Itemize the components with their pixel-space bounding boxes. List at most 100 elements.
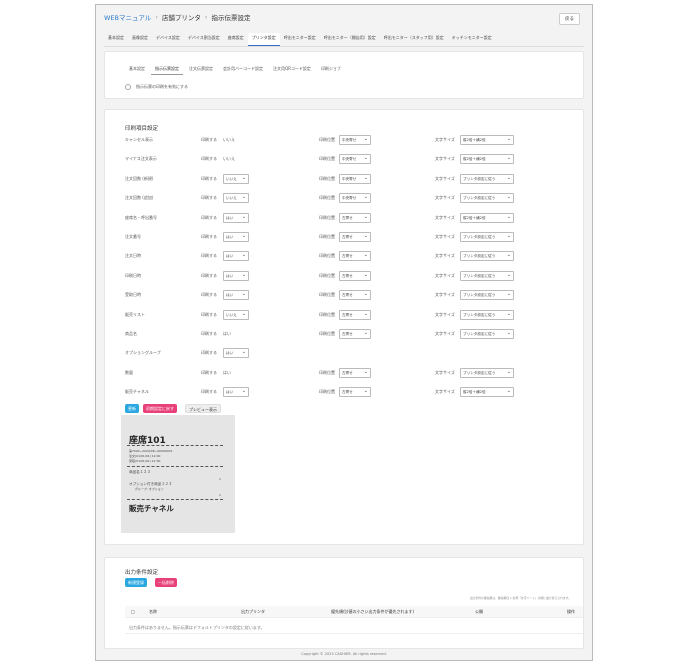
size-select[interactable]: プリンタ設定に従う — [460, 367, 514, 378]
print-select[interactable]: はい — [223, 270, 249, 281]
position-select[interactable]: 中央寄せ — [339, 135, 371, 145]
subtab-0[interactable]: 基本設定 — [125, 64, 149, 75]
tab-5[interactable]: プリンタ設定 — [247, 33, 280, 46]
print-value: はい — [223, 331, 231, 336]
print-item-row: 印刷日時 印刷するはい 印刷位置左寄せ 文字サイズプリンタ設定に従う — [125, 270, 525, 282]
output-table-header: □ 名称 出力プリンタ 優先順位(値の小さい出力条件が優先されます) 公開 操作 — [125, 606, 583, 618]
print-label: 印刷する — [201, 137, 217, 142]
print-label: 印刷する — [201, 253, 217, 259]
subtab-4[interactable]: 注文用QRコード設定 — [269, 64, 315, 75]
position-select[interactable]: 左寄せ — [339, 367, 371, 378]
size-select[interactable]: プリンタ設定に従う — [460, 193, 514, 204]
preview-pickup-time: 受取(01/01/01) 12:30 — [129, 459, 161, 463]
print-label: 印刷する — [201, 195, 217, 201]
new-register-button[interactable]: 新規登録 — [125, 578, 147, 587]
preview-divider — [127, 445, 223, 446]
size-select[interactable]: 縦2倍＋横2倍 — [460, 154, 514, 165]
size-select[interactable]: 縦2倍＋横2倍 — [460, 135, 514, 145]
preview-button[interactable]: プレビュー表示 — [185, 404, 221, 413]
position-select[interactable]: 左寄せ — [339, 290, 371, 301]
print-select[interactable]: はい — [223, 290, 249, 301]
size-select[interactable]: プリンタ設定に従う — [460, 232, 514, 242]
subtabs: 基本設定 指示伝票設定 注文伝票設定 会計用バーコード設定 注文用QRコード設定 印刷ジョ… — [125, 64, 345, 75]
breadcrumb-printer[interactable]: 店舗プリンタ — [162, 12, 201, 22]
subtab-5[interactable]: 印刷ジョブ — [317, 64, 345, 75]
position-label: 印刷位置 — [319, 137, 335, 142]
print-select[interactable]: はい — [223, 251, 249, 262]
tab-4[interactable]: 座席設定 — [224, 33, 248, 46]
tab-9[interactable]: キッチンモニター設定 — [448, 33, 496, 46]
main-tabs: 基本設定 画像設定 デバイス設定 デバイス割当設定 座席設定 プリンタ設定 呼出モニター設定… — [104, 33, 584, 47]
size-select[interactable]: プリンタ設定に従う — [460, 309, 514, 320]
select-all-checkbox[interactable]: □ — [131, 606, 135, 618]
size-select[interactable]: プリンタ設定に従う — [460, 251, 514, 262]
position-select[interactable]: 左寄せ — [339, 387, 371, 398]
print-item-row: 数量 印刷するはい 印刷位置左寄せ 文字サイズプリンタ設定に従う — [125, 367, 525, 379]
row-label: 印刷日時 — [125, 272, 141, 278]
print-select[interactable]: いいえ — [223, 173, 249, 184]
bulk-delete-button[interactable]: 一括削除 — [155, 578, 177, 587]
position-select[interactable]: 中央寄せ — [339, 154, 371, 165]
back-button[interactable]: 戻る — [559, 13, 580, 25]
section-title: 印刷項目設定 — [125, 126, 159, 132]
preview-qty: 1 — [219, 477, 221, 481]
position-select[interactable]: 左寄せ — [339, 329, 371, 339]
update-button[interactable]: 更新 — [125, 404, 139, 413]
size-label: 文字サイズ — [435, 137, 455, 142]
position-label: 印刷位置 — [319, 272, 335, 278]
enable-toggle-switch[interactable] — [125, 84, 131, 90]
position-select[interactable]: 左寄せ — [339, 232, 371, 242]
tab-1[interactable]: 画像設定 — [128, 33, 152, 46]
breadcrumb-separator: › — [155, 13, 158, 21]
position-label: 印刷位置 — [319, 214, 335, 220]
tab-2[interactable]: デバイス設定 — [152, 33, 184, 46]
position-label: 印刷位置 — [319, 311, 335, 317]
position-select[interactable]: 中央寄せ — [339, 173, 371, 184]
tab-3[interactable]: デバイス割当設定 — [184, 33, 224, 46]
output-empty-message: 出力条件はありません。指示伝票はデフォルトプリンタの設定に従います。 — [125, 622, 583, 634]
print-select[interactable]: はい — [223, 232, 249, 242]
subtab-1[interactable]: 指示伝票設定 — [151, 64, 183, 75]
print-item-row: 販売チャネル 印刷するはい 印刷位置左寄せ 文字サイズ縦2倍＋横2倍 — [125, 386, 525, 398]
row-label: 商品名 — [125, 331, 137, 336]
size-select[interactable]: 縦2倍＋横2倍 — [460, 387, 514, 398]
print-select[interactable]: いいえ — [223, 309, 249, 320]
output-title: 出力条件設定 — [125, 570, 159, 576]
row-label: 販売チャネル — [125, 389, 149, 395]
enable-toggle[interactable]: 指示伝票の印刷を有効にする — [125, 84, 188, 90]
print-select[interactable]: はい — [223, 348, 249, 359]
print-select[interactable]: はい — [223, 212, 249, 223]
tab-6[interactable]: 呼出モニター設定 — [280, 33, 320, 46]
tab-8[interactable]: 呼出モニター（スタッフ用）設定 — [380, 33, 448, 46]
size-select[interactable]: プリンタ設定に従う — [460, 290, 514, 301]
preview-qty: 1 — [219, 493, 221, 497]
preview-order-time: 注文(01/01/01) 12:00 — [129, 454, 161, 458]
size-label: 文字サイズ — [435, 214, 455, 220]
position-label: 印刷位置 — [319, 175, 335, 181]
subtab-2[interactable]: 注文伝票設定 — [185, 64, 217, 75]
position-select[interactable]: 左寄せ — [339, 270, 371, 281]
subtab-3[interactable]: 会計用バーコード設定 — [219, 64, 267, 75]
size-label: 文字サイズ — [435, 156, 455, 162]
position-select[interactable]: 中央寄せ — [339, 193, 371, 204]
position-select[interactable]: 左寄せ — [339, 251, 371, 262]
tab-0[interactable]: 基本設定 — [104, 33, 128, 46]
size-select[interactable]: プリンタ設定に従う — [460, 329, 514, 339]
print-select[interactable]: はい — [223, 387, 249, 398]
size-select[interactable]: 縦2倍＋横2倍 — [460, 212, 514, 223]
print-item-row: マイナス注文表示 印刷するいいえ 印刷位置中央寄せ 文字サイズ縦2倍＋横2倍 — [125, 153, 525, 165]
reset-button[interactable]: 初期設定に戻す — [143, 404, 177, 413]
tab-7[interactable]: 呼出モニター（開店用）設定 — [320, 33, 380, 46]
print-select[interactable]: いいえ — [223, 193, 249, 204]
position-select[interactable]: 左寄せ — [339, 212, 371, 223]
position-select[interactable]: 左寄せ — [339, 309, 371, 320]
print-label: 印刷する — [201, 272, 217, 278]
size-select[interactable]: プリンタ設定に従う — [460, 173, 514, 184]
output-conditions-card: 出力条件設定 新規登録 一括削除 出力条件の優先順は、優先順位 1 名称「文字ソ… — [104, 557, 584, 649]
breadcrumb-manual[interactable]: WEBマニュアル — [104, 12, 151, 22]
size-select[interactable]: プリンタ設定に従う — [460, 270, 514, 281]
breadcrumb-separator: › — [204, 13, 208, 21]
print-label: 印刷する — [201, 389, 217, 395]
row-label: 販売リスト — [125, 311, 145, 317]
size-label: 文字サイズ — [435, 234, 455, 239]
